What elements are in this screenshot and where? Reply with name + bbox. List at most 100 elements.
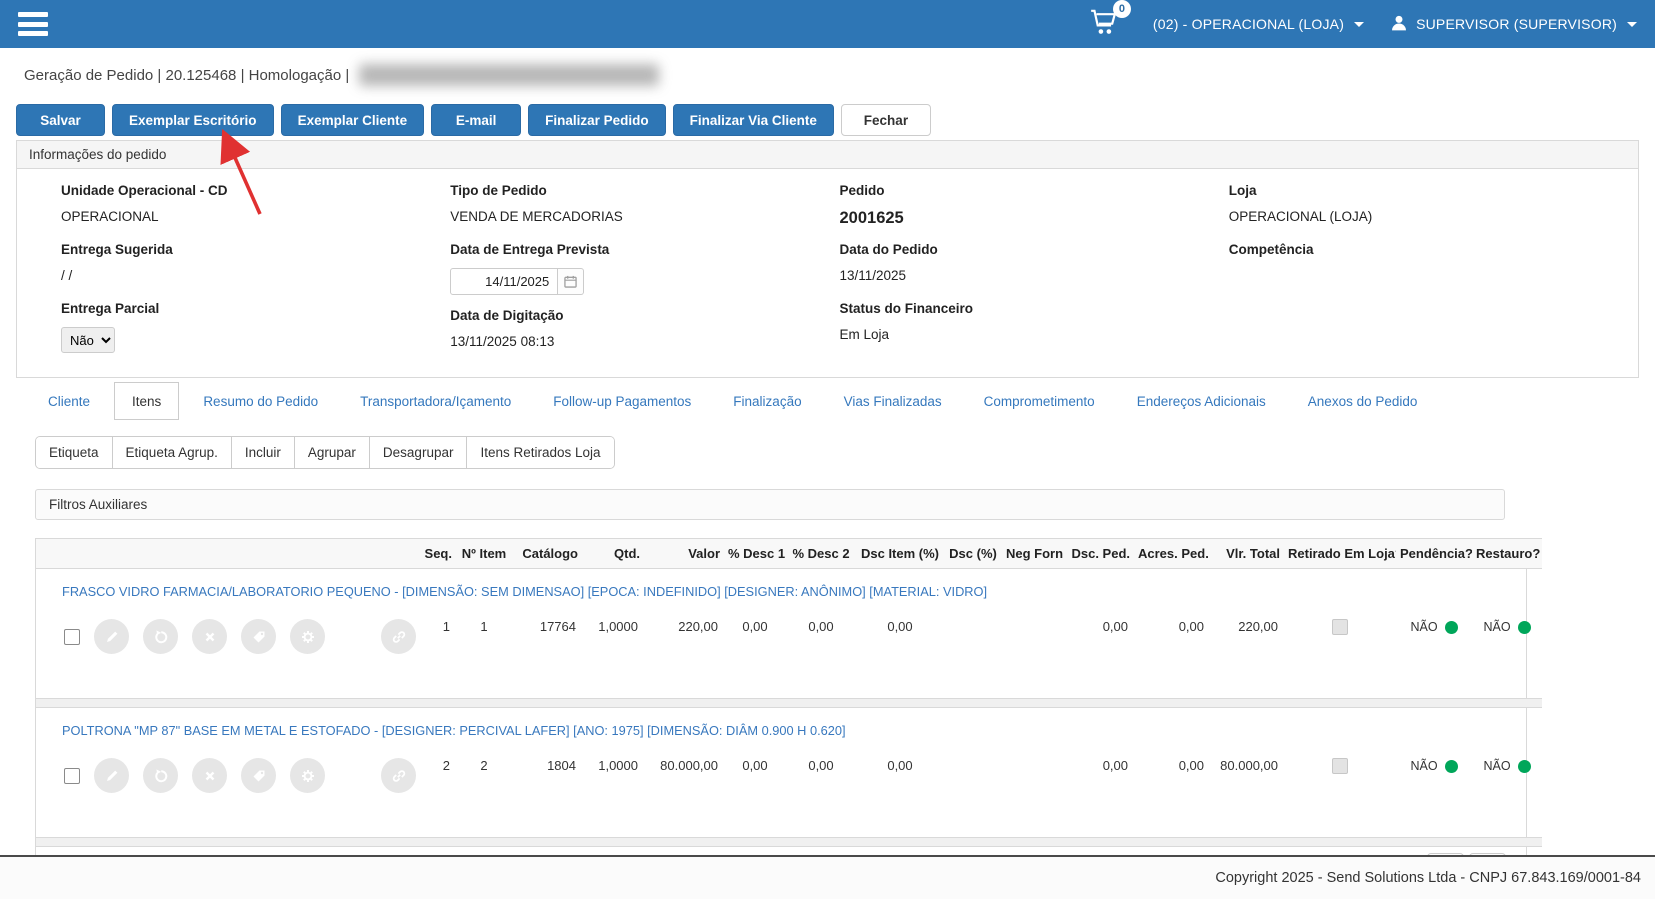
col-perc-desc-2: % Desc 2 xyxy=(786,538,856,569)
tag-icon[interactable] xyxy=(241,619,276,654)
desagrupar-button[interactable]: Desagrupar xyxy=(369,437,468,468)
itens-retirados-loja-button[interactable]: Itens Retirados Loja xyxy=(467,437,614,468)
email-button[interactable]: E-mail xyxy=(431,104,522,136)
entrega-sugerida-label: Entrega Sugerida xyxy=(61,242,173,257)
tab-cliente[interactable]: Cliente xyxy=(30,382,108,420)
tab-enderecos-adicionais[interactable]: Endereços Adicionais xyxy=(1119,382,1284,420)
retirado-em-loja-checkbox[interactable] xyxy=(1332,758,1348,774)
col-seq: Seq. xyxy=(408,538,456,569)
filtros-auxiliares-title: Filtros Auxiliares xyxy=(49,497,148,512)
status-dot-green xyxy=(1517,759,1531,773)
col-acres-ped: Acres. Ped. xyxy=(1134,538,1210,569)
loja-value: OPERACIONAL (LOJA) xyxy=(1228,209,1373,224)
finalizar-via-cliente-button[interactable]: Finalizar Via Cliente xyxy=(672,104,834,136)
cancel-icon[interactable] xyxy=(192,619,227,654)
col-dsc: Dsc (%) xyxy=(944,538,1002,569)
status-restauro: NÃO xyxy=(1483,620,1531,634)
data-pedido-value: 13/11/2025 xyxy=(839,268,907,283)
col-controls xyxy=(36,538,408,569)
filtros-auxiliares-panel[interactable]: Filtros Auxiliares xyxy=(35,489,1505,520)
action-toolbar: Salvar Exemplar Escritório Exemplar Clie… xyxy=(0,96,1655,136)
status-restauro: NÃO xyxy=(1483,759,1531,773)
data-pedido-label: Data do Pedido xyxy=(839,242,938,257)
history-icon[interactable] xyxy=(143,619,178,654)
calendar-icon[interactable] xyxy=(558,268,585,295)
item-description-row: POLTRONA "MP 87" BASE EM METAL E ESTOFAD… xyxy=(36,708,1542,743)
link-icon[interactable] xyxy=(381,758,416,793)
cell-dsc-ped: 0,00 xyxy=(1102,619,1128,634)
cell-qtd: 1,0000 xyxy=(598,758,638,773)
footer: Copyright 2025 - Send Solutions Ltda - C… xyxy=(0,855,1655,899)
unidade-value: OPERACIONAL xyxy=(61,209,159,224)
order-info-title: Informações do pedido xyxy=(17,141,1638,169)
tipo-pedido-value: VENDA DE MERCADORIAS xyxy=(450,209,623,224)
edit-icon[interactable] xyxy=(94,758,129,793)
col-catalogo: Catálogo xyxy=(512,538,582,569)
table-header-row: Seq. Nº Item Catálogo Qtd. Valor % Desc … xyxy=(36,538,1542,569)
exemplar-escritorio-button[interactable]: Exemplar Escritório xyxy=(112,104,274,136)
history-icon[interactable] xyxy=(143,758,178,793)
cancel-icon[interactable] xyxy=(192,758,227,793)
cell-n-item: 2 xyxy=(480,758,488,773)
entrega-prevista-label: Data de Entrega Prevista xyxy=(450,242,610,257)
tab-comprometimento[interactable]: Comprometimento xyxy=(966,382,1113,420)
col-retirado-em-loja: Retirado Em Loja? xyxy=(1284,538,1396,569)
col-pendencia: Pendência? xyxy=(1396,538,1472,569)
cart-icon xyxy=(1089,9,1119,39)
gear-icon[interactable] xyxy=(290,619,325,654)
etiqueta-button[interactable]: Etiqueta xyxy=(36,437,113,468)
entrega-parcial-label: Entrega Parcial xyxy=(61,301,160,316)
redacted-client-name xyxy=(359,64,660,86)
cell-vlr-total: 80.000,00 xyxy=(1220,758,1278,773)
col-dsc-item: Dsc Item (%) xyxy=(856,538,944,569)
tab-resumo-do-pedido[interactable]: Resumo do Pedido xyxy=(185,382,336,420)
col-n-item: Nº Item xyxy=(456,538,512,569)
cell-seq: 1 xyxy=(442,619,450,634)
cell-dsc xyxy=(944,603,1002,699)
item-description: FRASCO VIDRO FARMACIA/LABORATORIO PEQUEN… xyxy=(62,584,988,599)
cart-button[interactable]: 0 xyxy=(1089,0,1131,40)
cell-valor: 220,00 xyxy=(678,619,718,634)
unit-selector-dropdown[interactable]: (02) - OPERACIONAL (LOJA) xyxy=(1153,16,1365,32)
order-tabs: Cliente Itens Resumo do Pedido Transport… xyxy=(0,378,1655,420)
breadcrumb: Geração de Pedido | 20.125468 | Homologa… xyxy=(24,66,350,84)
order-info-panel: Informações do pedido Unidade Operaciona… xyxy=(16,140,1639,378)
row-select-checkbox[interactable] xyxy=(64,628,80,645)
gear-icon[interactable] xyxy=(290,758,325,793)
entrega-prevista-input[interactable] xyxy=(450,268,559,295)
tab-anexos-do-pedido[interactable]: Anexos do Pedido xyxy=(1290,382,1436,420)
hamburger-menu-icon[interactable] xyxy=(18,12,48,36)
chevron-down-icon xyxy=(1627,21,1637,27)
salvar-button[interactable]: Salvar xyxy=(16,104,105,136)
cell-dsc xyxy=(944,742,1002,838)
finalizar-pedido-button[interactable]: Finalizar Pedido xyxy=(528,104,666,136)
tab-itens[interactable]: Itens xyxy=(114,382,180,420)
col-qtd: Qtd. xyxy=(582,538,644,569)
cell-perc-desc-1: 0,00 xyxy=(742,758,768,773)
edit-icon[interactable] xyxy=(94,619,129,654)
tab-finalizacao[interactable]: Finalização xyxy=(715,382,819,420)
exemplar-cliente-button[interactable]: Exemplar Cliente xyxy=(280,104,425,136)
cell-acres-ped: 0,00 xyxy=(1178,758,1204,773)
incluir-button[interactable]: Incluir xyxy=(231,437,295,468)
cell-n-item: 1 xyxy=(480,619,488,634)
etiqueta-agrup-button[interactable]: Etiqueta Agrup. xyxy=(112,437,232,468)
link-icon[interactable] xyxy=(381,619,416,654)
fechar-button[interactable]: Fechar xyxy=(840,104,931,136)
user-menu-dropdown[interactable]: SUPERVISOR (SUPERVISOR) xyxy=(1390,14,1637,35)
tag-icon[interactable] xyxy=(241,758,276,793)
tab-follow-up-pagamentos[interactable]: Follow-up Pagamentos xyxy=(535,382,709,420)
cell-acres-ped: 0,00 xyxy=(1178,619,1204,634)
tab-transportadora-icamento[interactable]: Transportadora/Içamento xyxy=(342,382,529,420)
agrupar-button[interactable]: Agrupar xyxy=(294,437,370,468)
col-valor: Valor xyxy=(644,538,724,569)
copyright-text: Copyright 2025 - Send Solutions Ltda - C… xyxy=(1215,870,1641,886)
loja-label: Loja xyxy=(1228,183,1257,198)
entrega-parcial-select[interactable]: Não xyxy=(61,327,115,353)
item-description: POLTRONA "MP 87" BASE EM METAL E ESTOFAD… xyxy=(62,723,846,738)
tab-vias-finalizadas[interactable]: Vias Finalizadas xyxy=(826,382,960,420)
retirado-em-loja-checkbox[interactable] xyxy=(1332,619,1348,635)
row-select-checkbox[interactable] xyxy=(64,767,80,784)
cell-valor: 80.000,00 xyxy=(660,758,718,773)
cell-dsc-ped: 0,00 xyxy=(1102,758,1128,773)
